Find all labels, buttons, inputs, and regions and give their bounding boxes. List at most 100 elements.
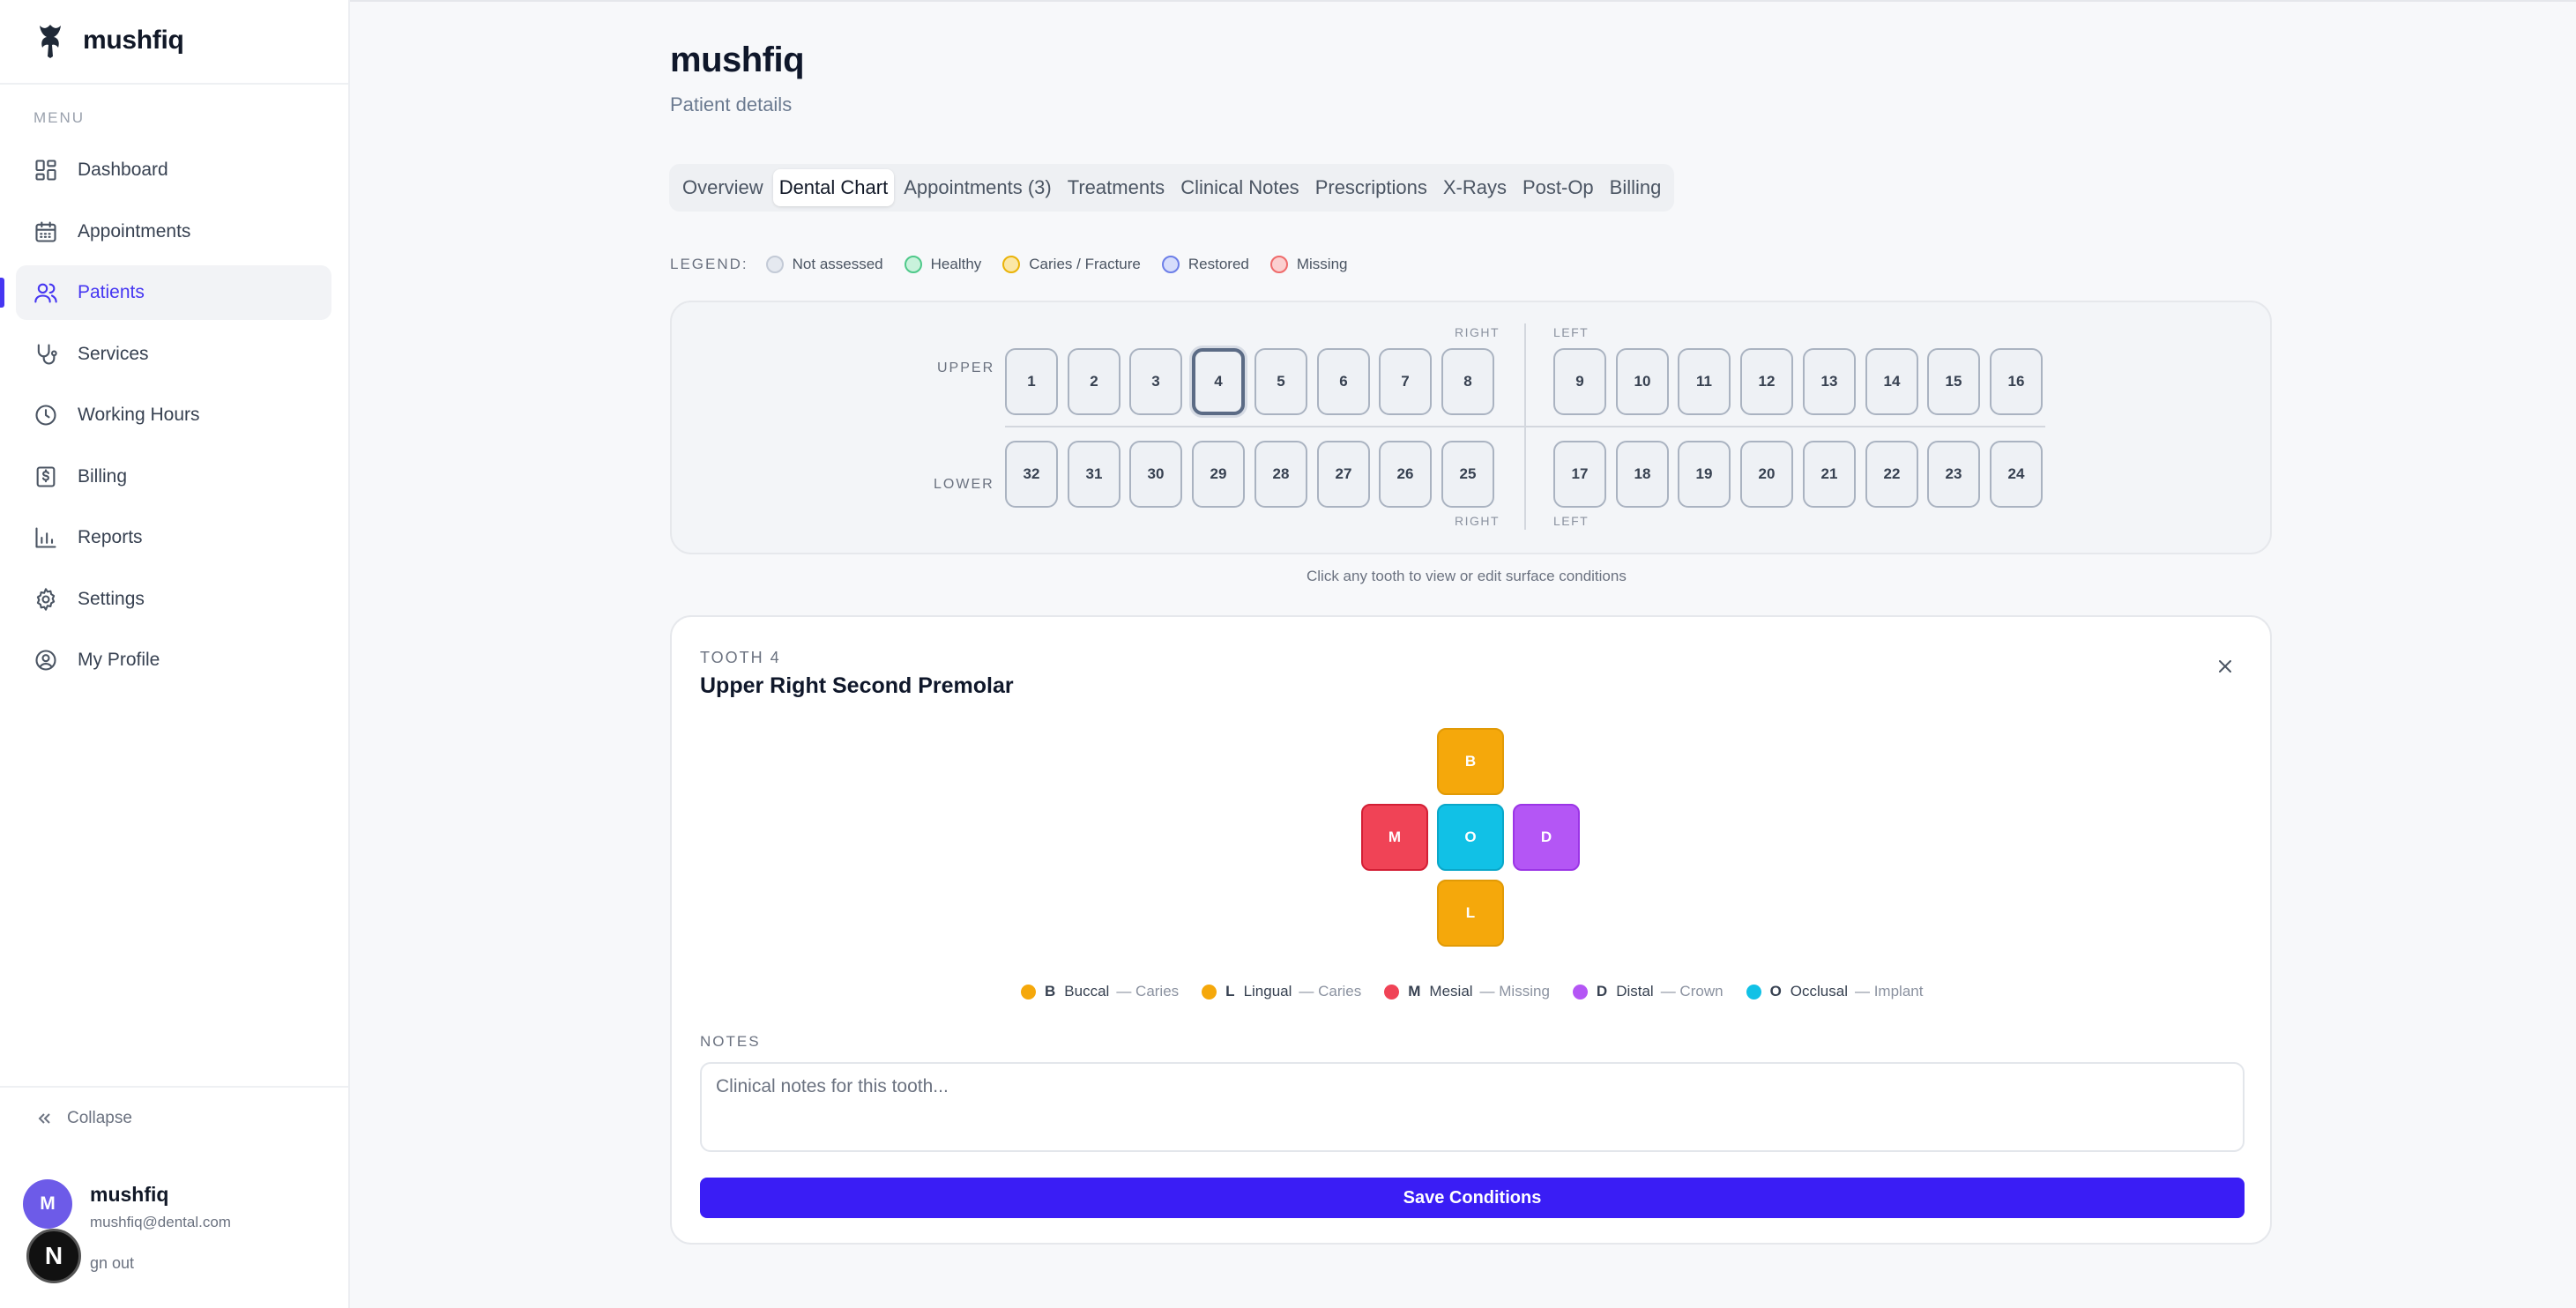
sidebar-item-label: My Profile [78,650,160,670]
sign-out-link[interactable]: gn out [90,1254,134,1273]
tooth-19-button[interactable]: 19 [1678,441,1731,508]
tooth-15-button[interactable]: 15 [1927,348,1980,415]
sidebar-item-label: Billing [78,465,128,487]
tab-dental-chart[interactable]: Dental Chart [772,169,895,206]
tab-prescriptions[interactable]: Prescriptions [1309,169,1433,206]
avatar: M [23,1179,72,1229]
tooth-4-button[interactable]: 4 [1192,348,1245,415]
tooth-24-button[interactable]: 24 [1990,441,2043,508]
tooth-25-button[interactable]: 25 [1441,441,1494,508]
legend-item: Healthy [904,256,981,273]
user-email: mushfiq@dental.com [90,1214,231,1230]
surface-lingual-button[interactable]: L [1437,880,1504,947]
tooth-16-button[interactable]: 16 [1990,348,2043,415]
tab-overview[interactable]: Overview [676,169,770,206]
brand[interactable]: mushfiq [34,19,184,62]
surface-name: Buccal [1064,983,1110,1000]
gear-icon [36,587,56,611]
tooth-12-button[interactable]: 12 [1740,348,1793,415]
chart-legend: LEGEND: Not assessed Healthy Caries / Fr… [670,256,1368,273]
sidebar-item-reports[interactable]: Reports [16,510,331,565]
surface-distal-button[interactable]: D [1513,804,1580,871]
bar-chart-icon [35,527,56,548]
tooth-3-button[interactable]: 3 [1129,348,1182,415]
legend-item: Caries / Fracture [1002,256,1141,273]
legend-label: Missing [1296,256,1348,272]
upper-right-label: RIGHT [1455,325,1500,339]
clock-icon [35,405,56,426]
user-card[interactable]: M mushfiq mushfiq@dental.com [23,1179,231,1231]
surface-condition: — Missing [1479,983,1550,1000]
save-conditions-button[interactable]: Save Conditions [700,1178,2245,1218]
collapse-button[interactable]: Collapse [35,1109,132,1128]
tooth-2-button[interactable]: 2 [1068,348,1120,415]
surface-dot [1202,984,1217,1000]
tooth-9-button[interactable]: 9 [1553,348,1606,415]
tooth-1-button[interactable]: 1 [1005,348,1058,415]
sidebar-item-my-profile[interactable]: My Profile [16,633,331,687]
notes-textarea[interactable] [700,1062,2245,1152]
surface-code: M [1408,983,1421,1000]
legend-label: Caries / Fracture [1029,256,1141,272]
tooth-14-button[interactable]: 14 [1865,348,1918,415]
lower-left-label: LEFT [1553,514,1590,528]
sidebar-item-label: Reports [78,527,143,547]
tooth-31-button[interactable]: 31 [1068,441,1120,508]
sidebar-item-label: Appointments [78,220,191,242]
tooth-29-button[interactable]: 29 [1192,441,1245,508]
dashboard-icon [35,160,56,181]
user-name: mushfiq [90,1183,169,1206]
tooth-6-button[interactable]: 6 [1317,348,1370,415]
tooth-11-button[interactable]: 11 [1678,348,1731,415]
users-icon [34,283,57,303]
legend-item: Not assessed [765,256,883,273]
tooth-8-button[interactable]: 8 [1441,348,1494,415]
tooth-21-button[interactable]: 21 [1803,441,1856,508]
surface-buccal-button[interactable]: B [1437,728,1504,795]
tooth-26-button[interactable]: 26 [1379,441,1432,508]
tab-post-op[interactable]: Post-Op [1516,169,1600,206]
tooth-10-button[interactable]: 10 [1616,348,1669,415]
tooth-30-button[interactable]: 30 [1129,441,1182,508]
sidebar-item-billing[interactable]: Billing [16,450,331,504]
surface-legend-item: M Mesial — Missing [1384,983,1550,1000]
legend-label: Restored [1187,256,1249,272]
lower-right-label: RIGHT [1455,514,1500,528]
tab-clinical-notes[interactable]: Clinical Notes [1174,169,1306,206]
tooth-28-button[interactable]: 28 [1254,441,1307,508]
tooth-27-button[interactable]: 27 [1317,441,1370,508]
sidebar-item-services[interactable]: Services [16,327,331,382]
tooth-18-button[interactable]: 18 [1616,441,1669,508]
divider [0,83,348,85]
surface-occlusal-button[interactable]: O [1437,804,1504,871]
tooth-32-button[interactable]: 32 [1005,441,1058,508]
floating-n-badge[interactable]: N [26,1229,81,1283]
bird-logo-icon [40,25,61,58]
tooth-7-button[interactable]: 7 [1379,348,1432,415]
tooth-17-button[interactable]: 17 [1553,441,1606,508]
sidebar-item-appointments[interactable]: Appointments [16,204,331,259]
sidebar-item-working-hours[interactable]: Working Hours [16,388,331,442]
sidebar-item-label: Settings [78,588,145,609]
tooth-5-button[interactable]: 5 [1254,348,1307,415]
sidebar-item-settings[interactable]: Settings [16,572,331,627]
sidebar-item-patients[interactable]: Patients [0,265,331,320]
surface-code: D [1596,983,1608,1000]
stethoscope-icon [37,343,57,365]
tab-treatments[interactable]: Treatments [1061,169,1171,206]
tooth-23-button[interactable]: 23 [1927,441,1980,508]
close-icon[interactable] [2215,656,2236,677]
chevrons-left-icon [38,1113,50,1124]
tooth-22-button[interactable]: 22 [1865,441,1918,508]
legend-dot [1002,256,1021,273]
chart-hint: Click any tooth to view or edit surface … [1307,568,1627,584]
tab-appointments[interactable]: Appointments (3) [897,169,1058,206]
tooth-13-button[interactable]: 13 [1803,348,1856,415]
tab-x-rays[interactable]: X-Rays [1437,169,1513,206]
surface-mesial-button[interactable]: M [1361,804,1428,871]
sidebar-item-label: Services [78,343,149,364]
tab-billing[interactable]: Billing [1604,169,1668,206]
legend-title: LEGEND: [670,256,748,272]
sidebar-item-dashboard[interactable]: Dashboard [16,143,331,197]
tooth-20-button[interactable]: 20 [1740,441,1793,508]
